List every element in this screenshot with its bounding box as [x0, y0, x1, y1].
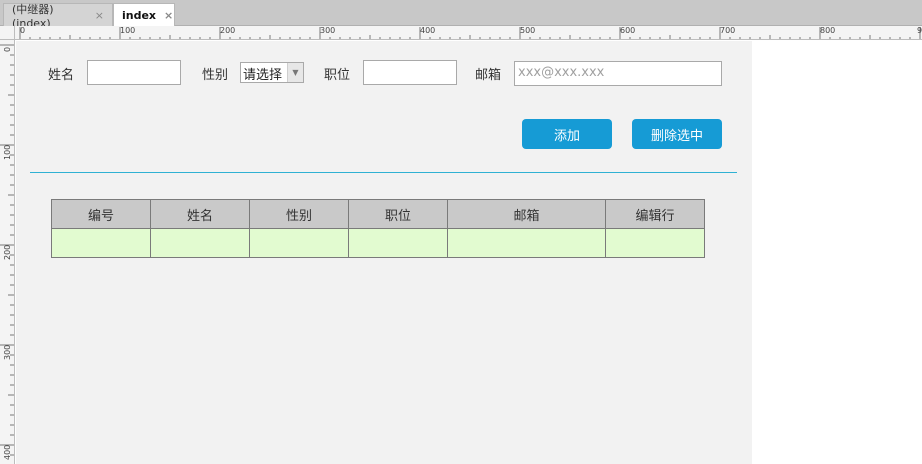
- table-cell: [249, 228, 349, 258]
- column-header-edit-row: 编辑行: [605, 199, 705, 229]
- gender-selected-value: 请选择: [243, 68, 283, 83]
- ruler-horizontal-ticks: [19, 27, 921, 39]
- add-button[interactable]: 添加: [522, 119, 612, 149]
- tab-repeater-index[interactable]: (中继器) (index) ×: [3, 3, 113, 30]
- gender-label: 性别: [202, 68, 229, 83]
- tab-index[interactable]: index ×: [113, 3, 175, 26]
- table-cell: [348, 228, 448, 258]
- ruler-label: 200: [3, 244, 12, 260]
- ruler-label: 400: [3, 444, 12, 460]
- name-input[interactable]: [87, 60, 181, 85]
- ruler-vertical: 0 100 200 300 400: [0, 40, 15, 464]
- column-header-id: 编号: [51, 199, 151, 229]
- ruler-label: 100: [3, 144, 12, 160]
- divider-line: [30, 172, 737, 173]
- name-label: 姓名: [48, 68, 75, 83]
- ruler-horizontal: 0 100 200 300 400 500 600 700 800 9: [15, 26, 922, 40]
- table-header-row: 编号 姓名 性别 职位 邮箱 编辑行: [51, 199, 705, 229]
- tab-label: index: [122, 8, 157, 22]
- chevron-down-icon: ▼: [287, 63, 303, 82]
- column-header-name: 姓名: [150, 199, 250, 229]
- ruler-label: 0: [3, 46, 12, 52]
- gender-select[interactable]: 请选择 ▼: [240, 62, 304, 83]
- ruler-label: 400: [420, 26, 436, 35]
- close-icon[interactable]: ×: [95, 9, 104, 22]
- table-cell: [51, 228, 151, 258]
- ruler-label: 0: [20, 26, 26, 35]
- position-label: 职位: [324, 68, 351, 83]
- table-cell: [605, 228, 705, 258]
- close-icon[interactable]: ×: [164, 9, 173, 22]
- ruler-corner: [0, 26, 15, 40]
- column-header-gender: 性别: [249, 199, 349, 229]
- ruler-label: 800: [820, 26, 836, 35]
- ruler-label: 300: [3, 344, 12, 360]
- table-cell: [447, 228, 606, 258]
- ruler-label: 200: [220, 26, 236, 35]
- delete-selected-button[interactable]: 删除选中: [632, 119, 722, 149]
- employee-table: 编号 姓名 性别 职位 邮箱 编辑行: [51, 199, 705, 258]
- ruler-label: 500: [520, 26, 536, 35]
- table-cell: [150, 228, 250, 258]
- ruler-label: 600: [620, 26, 636, 35]
- table-row[interactable]: [51, 228, 705, 258]
- email-label: 邮箱: [475, 68, 502, 83]
- ruler-label: 9: [917, 26, 922, 35]
- ruler-label: 100: [120, 26, 136, 35]
- design-canvas: 姓名 性别 请选择 ▼ 职位 邮箱 xxx@xxx.xxx 添加 删除选中 编号…: [16, 41, 752, 464]
- position-input[interactable]: [363, 60, 457, 85]
- email-input[interactable]: xxx@xxx.xxx: [514, 61, 722, 86]
- ruler-label: 700: [720, 26, 736, 35]
- ruler-label: 300: [320, 26, 336, 35]
- column-header-email: 邮箱: [447, 199, 606, 229]
- column-header-position: 职位: [348, 199, 448, 229]
- tab-bar: (中继器) (index) × index ×: [0, 0, 922, 30]
